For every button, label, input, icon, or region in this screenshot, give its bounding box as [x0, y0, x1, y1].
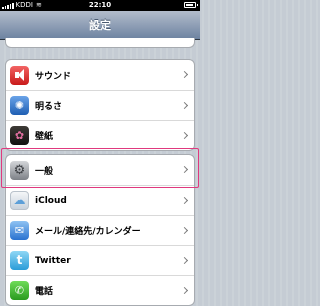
settings-group-partial [5, 38, 195, 48]
row-label: メール/連絡先/カレンダー [35, 227, 141, 237]
chevron-right-icon [180, 70, 189, 79]
row-label: Twitter [35, 255, 71, 266]
speaker-icon [10, 65, 29, 85]
battery-icon [184, 2, 198, 8]
mail-icon [10, 221, 29, 240]
row-label: 壁紙 [35, 132, 54, 142]
row-label: 明るさ [35, 102, 63, 112]
brightness-icon [10, 96, 29, 115]
settings-row-icloud[interactable]: iCloud [6, 185, 194, 215]
row-label: 電話 [35, 287, 54, 297]
clock: 22:10 [88, 1, 112, 9]
settings-row-brightness[interactable]: 明るさ [6, 90, 194, 120]
settings-row-sound[interactable]: サウンド [6, 60, 194, 90]
settings-group-1: サウンド 明るさ 壁紙 [5, 59, 195, 151]
row-label: サウンド [35, 71, 72, 82]
settings-row-phone[interactable]: 電話 [6, 275, 194, 305]
settings-row-twitter[interactable]: Twitter [6, 245, 194, 275]
chevron-right-icon [180, 286, 189, 294]
status-bar: KDDI ≋ 22:10 [0, 0, 200, 11]
phone-icon [10, 281, 29, 300]
chevron-right-icon [180, 226, 189, 234]
chevron-right-icon [180, 131, 189, 139]
highlight-box [1, 148, 199, 188]
twitter-icon [10, 251, 29, 270]
page-title: 設定 [89, 19, 111, 32]
chevron-right-icon [180, 196, 189, 204]
cloud-icon [10, 191, 29, 210]
chevron-right-icon [180, 101, 189, 109]
navigation-bar: 設定 [0, 11, 200, 40]
chevron-right-icon [180, 256, 189, 264]
row-label: iCloud [35, 195, 67, 206]
wallpaper-icon [10, 126, 29, 145]
settings-row-wallpaper[interactable]: 壁紙 [6, 120, 194, 150]
settings-row-mail[interactable]: メール/連絡先/カレンダー [6, 215, 194, 245]
